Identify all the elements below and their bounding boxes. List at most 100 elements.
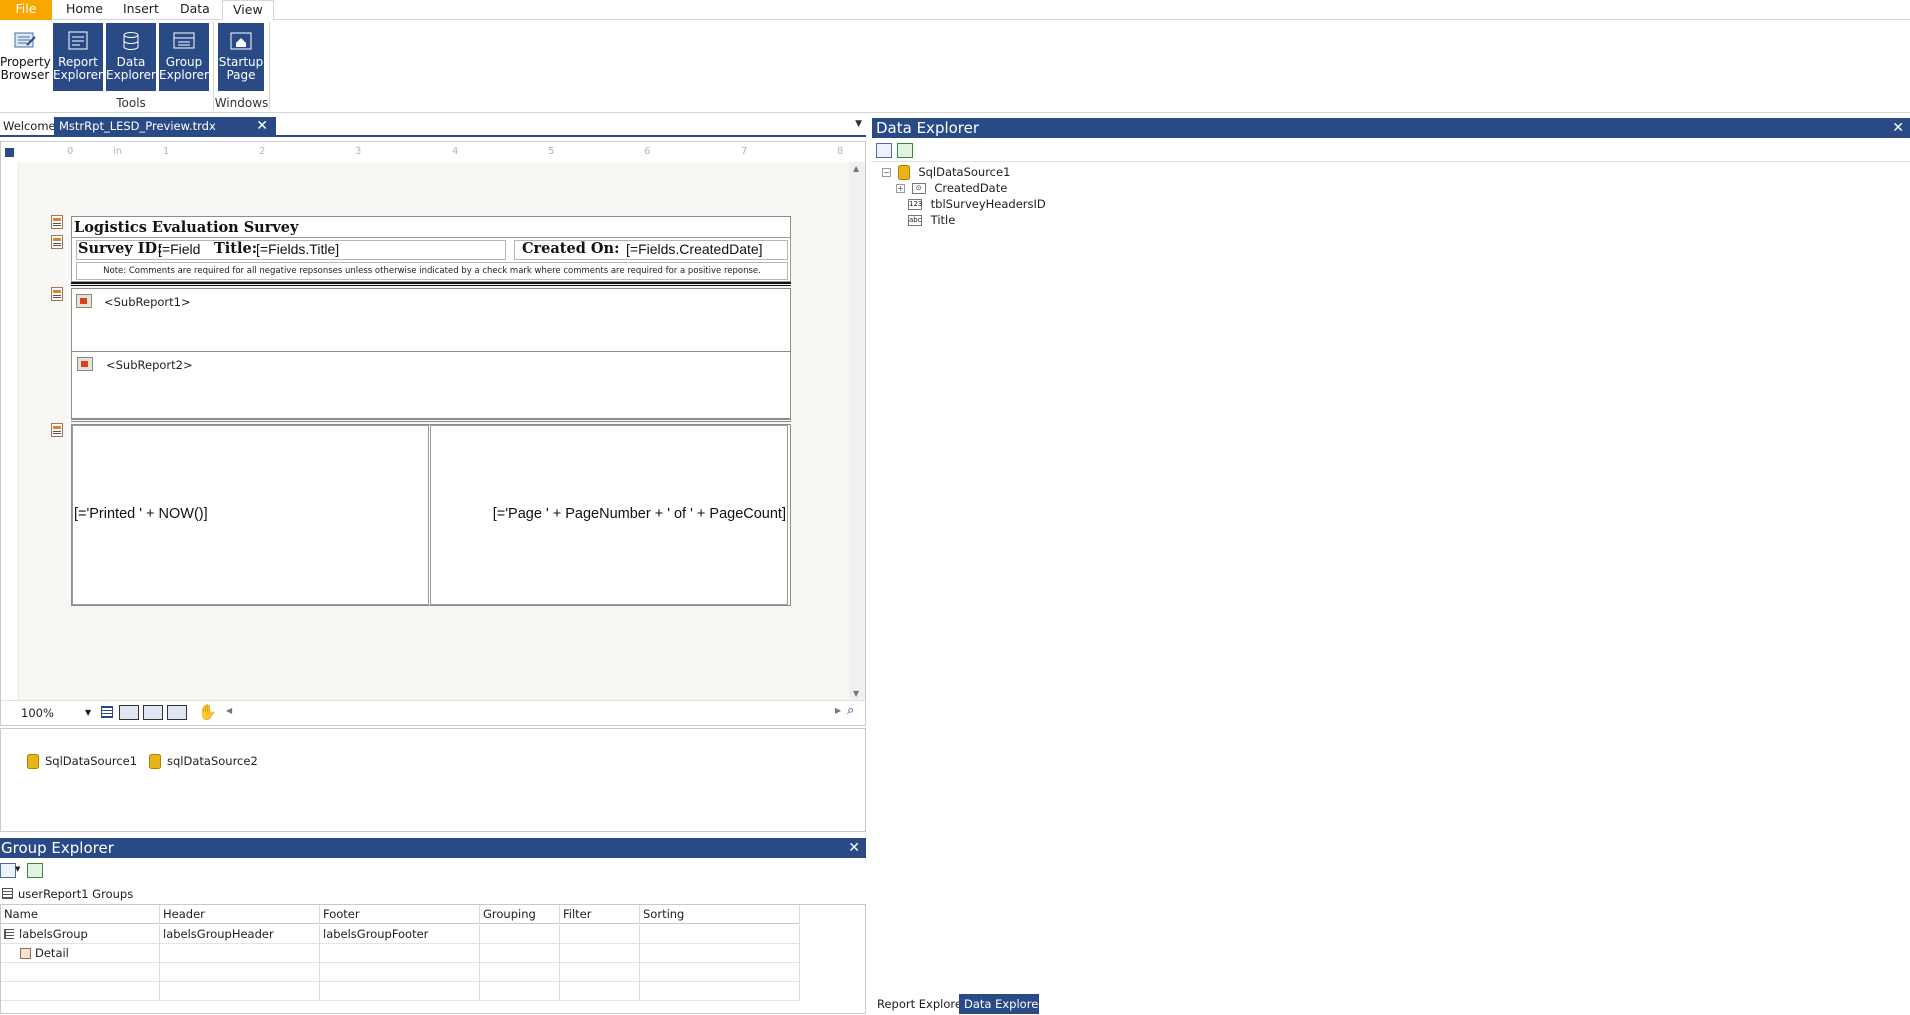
table-cell-empty <box>560 963 640 982</box>
tab-insert[interactable]: Insert <box>113 0 169 20</box>
printed-cell[interactable]: [='Printed ' + NOW()] <box>72 425 429 605</box>
column-header-filter[interactable]: Filter <box>560 905 640 924</box>
tray-item-sqldatasource1[interactable]: SqlDataSource1 <box>27 754 137 769</box>
group-view-icon[interactable] <box>0 863 16 878</box>
ruler-mark: 7 <box>741 146 748 157</box>
data-explorer-label-1: Data <box>116 55 146 69</box>
table-cell-header[interactable]: labelsGroupHeader <box>160 925 320 944</box>
table-cell-footer[interactable]: labelsGroupFooter <box>320 925 480 944</box>
tab-data-explorer[interactable]: Data Explorer <box>959 994 1043 1014</box>
startup-page-button[interactable]: Startup Page <box>218 23 264 91</box>
report-explorer-button[interactable]: Report Explorer <box>53 23 103 91</box>
zoom-value[interactable]: 100% <box>21 706 54 720</box>
file-tab[interactable]: File <box>0 0 52 20</box>
table-cell-grouping[interactable] <box>480 925 560 944</box>
refresh-icon[interactable] <box>897 143 913 158</box>
table-cell-header[interactable] <box>160 944 320 963</box>
note-text[interactable]: Note: Comments are required for all nega… <box>76 262 788 280</box>
table-cell-empty <box>320 982 480 1001</box>
text-field-icon: abc <box>908 215 922 226</box>
subreport2-label: <SubReport2> <box>106 358 193 372</box>
subreport1-box[interactable]: <SubReport1> <box>71 288 791 352</box>
snap-lines-icon[interactable] <box>143 705 163 720</box>
survey-id-label[interactable]: Survey ID: <box>78 240 163 257</box>
refresh-icon[interactable] <box>27 863 43 878</box>
group-name: labelsGroup <box>19 927 88 941</box>
tree-item-field[interactable]: abc Title <box>908 212 955 228</box>
scroll-down-icon[interactable]: ▼ <box>853 689 859 698</box>
tab-design-document[interactable]: MstrRpt_LESD_Preview.trdx [Design]* ✕ <box>54 117 276 152</box>
tree-item-field[interactable]: 123 tblSurveyHeadersID <box>908 196 1046 212</box>
table-cell-footer[interactable] <box>320 944 480 963</box>
zoom-magnifier-icon[interactable]: ⌕ <box>847 703 854 718</box>
windows-group-label: Windows <box>214 96 269 110</box>
scroll-left-icon[interactable]: ◀ <box>226 706 232 715</box>
column-header-sorting[interactable]: Sorting <box>640 905 800 924</box>
created-on-field[interactable]: [=Fields.CreatedDate] <box>626 241 763 257</box>
dimensions-icon[interactable] <box>167 705 187 720</box>
table-cell-filter[interactable] <box>560 925 640 944</box>
tab-report-explorer[interactable]: Report Explorer <box>872 994 967 1014</box>
tab-view[interactable]: View <box>222 0 274 21</box>
table-cell-filter[interactable] <box>560 944 640 963</box>
expand-icon[interactable]: + <box>896 184 905 193</box>
survey-id-field[interactable]: [=Field <box>158 241 206 257</box>
ruler-mark: 0 <box>67 146 74 157</box>
tab-data[interactable]: Data <box>170 0 220 20</box>
pan-hand-icon[interactable]: ✋ <box>198 703 217 721</box>
title-field[interactable]: [=Fields.Title] <box>256 241 339 257</box>
tree-item-datasource[interactable]: − SqlDataSource1 <box>882 164 1010 180</box>
page-number-cell[interactable]: [='Page ' + PageNumber + ' of ' + PageCo… <box>430 425 788 605</box>
table-cell-sorting[interactable] <box>640 944 800 963</box>
subreport2-box[interactable]: <SubReport2> <box>71 351 791 419</box>
ruler-mark: 4 <box>452 146 459 157</box>
table-row-name[interactable]: Detail <box>1 944 160 963</box>
ruler-corner-icon[interactable] <box>5 148 14 157</box>
report-header-band-icon[interactable] <box>51 235 63 249</box>
ruler-mark: 5 <box>548 146 555 157</box>
tab-home[interactable]: Home <box>56 0 113 20</box>
snap-grid-icon[interactable] <box>119 705 139 720</box>
tab-welcome[interactable]: Welcome <box>0 117 59 136</box>
title-label[interactable]: Title: <box>214 240 257 257</box>
detail-band-icon[interactable] <box>51 287 63 301</box>
close-data-explorer-icon[interactable]: ✕ <box>1892 121 1904 135</box>
tray-item-sqldatasource2[interactable]: sqlDataSource2 <box>149 754 258 769</box>
datasource-label: SqlDataSource1 <box>918 165 1011 179</box>
collapse-icon[interactable]: − <box>882 168 891 177</box>
close-tab-icon[interactable]: ✕ <box>256 117 268 136</box>
vertical-scrollbar[interactable]: ▲ ▼ <box>849 162 865 702</box>
ruler-mark: 2 <box>259 146 266 157</box>
data-explorer-button[interactable]: Data Explorer <box>106 23 156 91</box>
tab-dropdown-icon[interactable]: ▼ <box>855 119 862 129</box>
group-explorer-button[interactable]: Group Explorer <box>159 23 209 91</box>
zoom-toolbar: 100% ▼ ✋ ◀ ▶ ⌕ <box>1 700 865 725</box>
column-header-name[interactable]: Name <box>1 905 160 924</box>
ruler-mark: 8 <box>837 146 844 157</box>
page-header-band-icon[interactable] <box>51 215 63 229</box>
table-cell-grouping[interactable] <box>480 944 560 963</box>
scroll-right-icon[interactable]: ▶ <box>835 706 841 715</box>
close-group-explorer-icon[interactable]: ✕ <box>848 841 860 855</box>
scroll-up-icon[interactable]: ▲ <box>853 164 859 173</box>
report-title-box[interactable]: Logistics Evaluation Survey <box>71 216 791 238</box>
zoom-dropdown-icon[interactable]: ▼ <box>85 708 91 717</box>
edit-datasource-icon[interactable] <box>876 143 892 158</box>
group-view-dropdown-icon[interactable]: ▼ <box>15 865 20 873</box>
report-title: Logistics Evaluation Survey <box>74 219 299 236</box>
column-header-grouping[interactable]: Grouping <box>480 905 560 924</box>
table-cell-sorting[interactable] <box>640 925 800 944</box>
tree-item-field[interactable]: + ⊙ CreatedDate <box>896 180 1007 196</box>
column-header-footer[interactable]: Footer <box>320 905 480 924</box>
grid-icon[interactable] <box>101 706 113 718</box>
property-browser-label-2: Browser <box>0 68 50 82</box>
property-browser-button[interactable]: Property Browser <box>0 23 51 91</box>
design-surface[interactable]: Logistics Evaluation Survey Survey ID: [… <box>19 162 849 702</box>
data-explorer-tree: − SqlDataSource1 + ⊙ CreatedDate 123 tbl… <box>872 162 1910 982</box>
created-on-label[interactable]: Created On: <box>522 240 619 257</box>
page-footer-band-icon[interactable] <box>51 423 63 437</box>
data-explorer-title: Data Explorer <box>876 119 980 137</box>
table-row-name[interactable]: labelsGroup <box>1 925 160 944</box>
column-header-header[interactable]: Header <box>160 905 320 924</box>
property-browser-icon <box>14 32 36 48</box>
